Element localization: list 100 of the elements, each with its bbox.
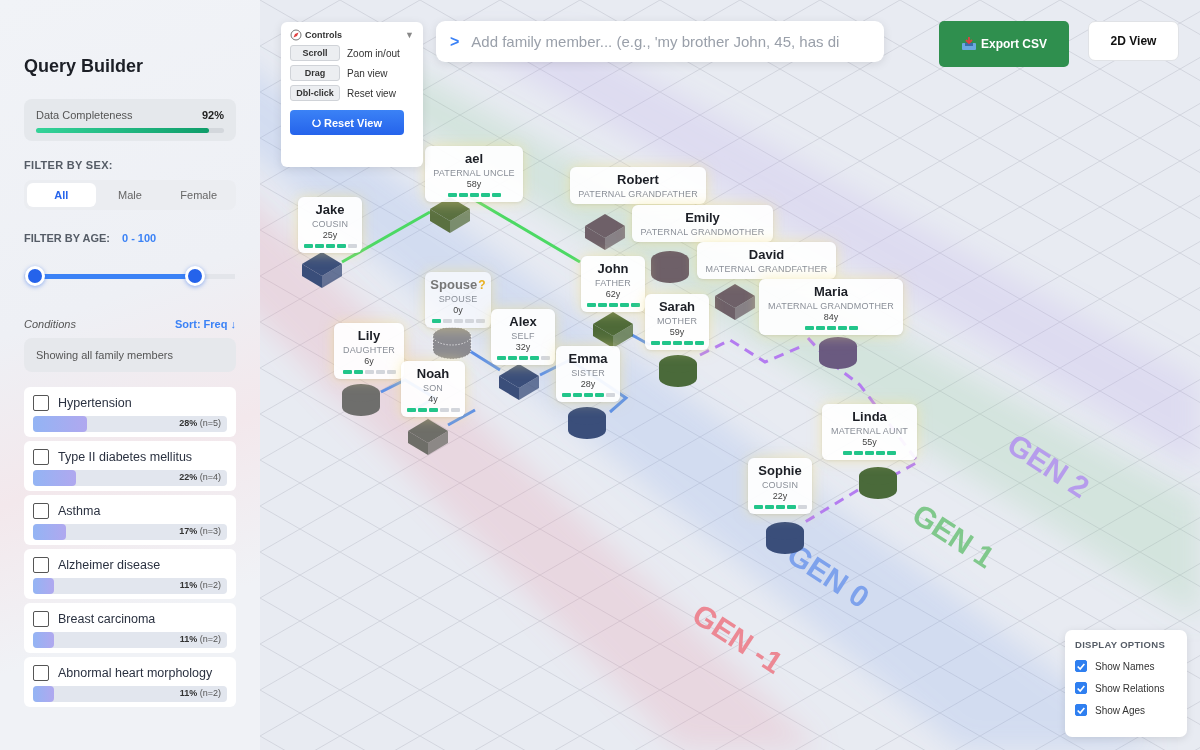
person-age: 0y [453, 305, 463, 315]
sex-option-tab[interactable]: Female [164, 183, 233, 207]
person-name: David [748, 247, 785, 262]
person-age: 6y [364, 356, 374, 366]
person-card[interactable]: John FATHER 62y [581, 256, 645, 312]
person-card[interactable]: Emily PATERNAL GRANDMOTHER [632, 205, 773, 242]
completeness-value: 92% [201, 109, 224, 121]
filter-status: Showing all family members [24, 338, 236, 372]
person-name: Spouse [430, 277, 478, 292]
condition-card[interactable]: Abnormal heart morphology 11% (n=2) [24, 657, 236, 707]
cylinder-icon[interactable] [651, 251, 689, 283]
person-card[interactable]: Spouse? SPOUSE 0y [425, 272, 491, 328]
cube-icon[interactable] [593, 312, 633, 348]
condition-name: Asthma [58, 504, 101, 518]
checkbox[interactable] [33, 449, 49, 465]
age-range: 0 - 100 [121, 232, 157, 244]
generation-label: GEN -1 [686, 597, 789, 680]
cylinder-icon[interactable] [432, 326, 472, 360]
sex-option-tab[interactable]: All [27, 183, 96, 207]
sex-option-tab[interactable]: Male [95, 183, 165, 207]
checkbox[interactable] [1075, 704, 1087, 716]
search-field[interactable]: Add family member... (e.g., 'my brother John, 45, has di [469, 32, 870, 51]
cube-icon[interactable] [715, 284, 755, 320]
conditions-label: Conditions [24, 318, 76, 330]
person-card[interactable]: Lily DAUGHTER 6y [334, 323, 404, 379]
person-age: 59y [669, 327, 685, 337]
person-card[interactable]: Noah SON 4y [401, 361, 465, 417]
frequency-value: 11% (n=2) [179, 580, 221, 590]
condition-card[interactable]: Alzheimer disease 11% (n=2) [24, 549, 236, 599]
slider-thumb[interactable] [184, 266, 205, 286]
key-hint: Drag [290, 65, 340, 81]
person-name: Lily [357, 328, 381, 343]
person-card[interactable]: David MATERNAL GRANDFATHER [697, 242, 836, 279]
cylinder-icon[interactable] [659, 355, 697, 387]
option-label: Show Ages [1095, 704, 1146, 716]
person-relation: MATERNAL GRANDMOTHER [768, 301, 894, 311]
person-relation: SON [422, 383, 444, 393]
person-relation: MATERNAL GRANDFATHER [705, 264, 828, 274]
person-card[interactable]: Sophie COUSIN 22y [748, 458, 812, 514]
person-card[interactable]: Alex SELF 32y [491, 309, 555, 365]
view-toggle-button[interactable]: 2D View [1088, 21, 1179, 61]
checkbox[interactable] [1075, 682, 1087, 694]
person-name: ael [464, 151, 484, 166]
condition-name: Alzheimer disease [58, 558, 161, 572]
cube-icon[interactable] [499, 364, 539, 400]
frequency-value: 11% (n=2) [179, 688, 221, 698]
frequency-value: 11% (n=2) [179, 634, 221, 644]
person-relation: PATERNAL GRANDMOTHER [640, 227, 765, 237]
person-relation: DAUGHTER [342, 345, 396, 355]
person-card[interactable]: Linda MATERNAL AUNT 55y [822, 404, 917, 460]
person-age: 4y [428, 394, 438, 404]
key-hint: Scroll [290, 45, 340, 61]
condition-card[interactable]: Breast carcinoma 11% (n=2) [24, 603, 236, 653]
person-card[interactable]: Maria MATERNAL GRANDMOTHER 84y [759, 279, 903, 335]
checkbox[interactable] [33, 611, 49, 627]
search-bar[interactable]: > Add family member... (e.g., 'my brother John, 45, has di [436, 21, 884, 62]
person-name: Alex [509, 314, 537, 329]
person-relation: SPOUSE [438, 294, 478, 304]
frequency-value: 22% (n=4) [179, 472, 221, 482]
person-name: Linda [852, 409, 887, 424]
cylinder-icon[interactable] [859, 467, 897, 499]
reset-icon [312, 118, 322, 127]
reset-view-button[interactable]: Reset View [290, 110, 404, 135]
person-card[interactable]: Sarah MOTHER 59y [645, 294, 709, 350]
person-age: 22y [772, 491, 788, 501]
collapse-caret[interactable]: ▼ [405, 30, 414, 40]
person-name: Jake [315, 202, 345, 217]
person-card[interactable]: Jake COUSIN 25y [298, 197, 362, 253]
person-relation: COUSIN [761, 480, 799, 490]
condition-name: Abnormal heart morphology [58, 666, 213, 680]
cube-icon[interactable] [302, 252, 342, 288]
cube-icon[interactable] [585, 214, 625, 250]
person-card[interactable]: Robert PATERNAL GRANDFATHER [570, 167, 706, 204]
condition-card[interactable]: Asthma 17% (n=3) [24, 495, 236, 545]
checkbox[interactable] [33, 665, 49, 681]
person-card[interactable]: ael PATERNAL UNCLE 58y [425, 146, 523, 202]
export-button[interactable]: Export CSV [939, 21, 1069, 67]
person-age: 25y [322, 230, 338, 240]
checkbox[interactable] [33, 395, 49, 411]
checkbox[interactable] [1075, 660, 1087, 672]
frequency-value: 28% (n=5) [179, 418, 221, 428]
person-relation: SELF [511, 331, 535, 341]
person-card[interactable]: Emma SISTER 28y [556, 346, 620, 402]
generation-label: GEN 2 [1001, 427, 1096, 505]
compass-icon [290, 29, 302, 41]
condition-card[interactable]: Type II diabetes mellitus 22% (n=4) [24, 441, 236, 491]
condition-name: Type II diabetes mellitus [58, 450, 193, 464]
question-label: ? [478, 277, 486, 292]
option-label: Show Names [1095, 660, 1155, 672]
person-name: Emma [568, 351, 608, 366]
condition-card[interactable]: Hypertension 28% (n=5) [24, 387, 236, 437]
cylinder-icon[interactable] [342, 384, 380, 416]
person-age: 84y [823, 312, 839, 322]
checkbox[interactable] [33, 503, 49, 519]
cylinder-icon[interactable] [819, 337, 857, 369]
cube-icon[interactable] [408, 419, 448, 455]
slider-thumb[interactable] [24, 266, 45, 286]
checkbox[interactable] [33, 557, 49, 573]
cylinder-icon[interactable] [568, 407, 606, 439]
panel-title: Query Builder [24, 56, 145, 77]
